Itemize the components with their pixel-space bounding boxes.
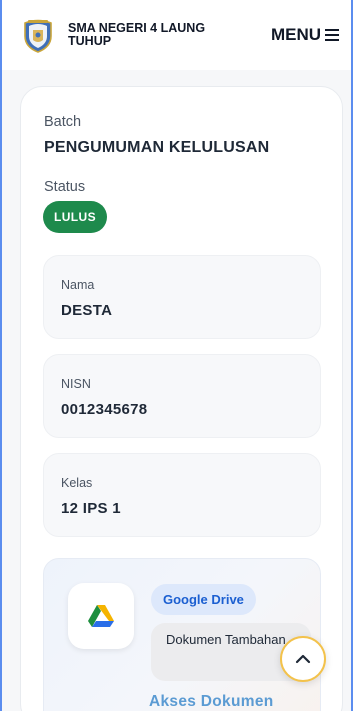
field-card-nama: Nama DESTA [43,255,321,339]
field-card-kelas: Kelas 12 IPS 1 [43,453,321,537]
field-value: 0012345678 [61,401,148,418]
access-document-link[interactable]: Akses Dokumen [149,693,274,711]
hamburger-icon [325,29,339,41]
field-card-nisn: NISN 0012345678 [43,354,321,438]
field-value: DESTA [61,302,113,319]
batch-label: Batch [44,114,82,130]
field-label: Kelas [61,476,93,490]
chevron-up-icon [295,654,311,664]
batch-value: PENGUMUMAN KELULUSAN [44,139,270,156]
school-crest-icon[interactable] [20,17,56,53]
menu-label: MENU [270,25,321,44]
school-name[interactable]: SMA NEGERI 4 LAUNG TUHUP [68,22,238,48]
field-label: NISN [61,377,91,391]
field-value: 12 IPS 1 [61,500,121,517]
google-drive-chip: Google Drive [151,584,256,615]
scroll-to-top-button[interactable] [280,636,326,682]
top-navbar: SMA NEGERI 4 LAUNG TUHUP MENU [2,0,351,70]
status-badge: LULUS [43,201,107,233]
google-drive-icon [68,583,134,649]
document-card: Google Drive Dokumen Tambahan Akses Doku… [43,558,321,711]
field-label: Nama [61,278,95,292]
status-label: Status [44,179,86,195]
menu-button[interactable]: MENU [271,25,339,45]
